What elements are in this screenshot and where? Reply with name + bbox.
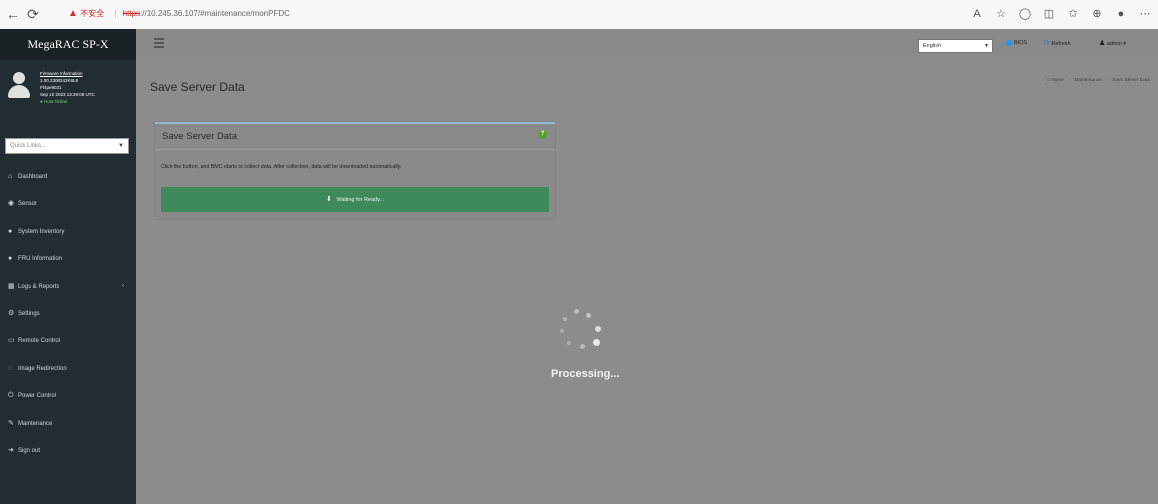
firmware-version: 1.00.2308242K8L8 — [40, 78, 79, 83]
more-icon[interactable]: ⋯ — [1138, 5, 1152, 23]
panel-title: Save Server Data — [162, 131, 237, 142]
refresh-button[interactable]: ⟳ Refresh — [1044, 39, 1071, 47]
dashboard-icon: ⌂ — [8, 173, 13, 180]
power-icon: ⏻ — [8, 392, 14, 400]
host-status: ● Host Online — [40, 99, 68, 104]
warning-icon: ▲ — [68, 8, 78, 19]
top-navbar: English ▼ BIOS ⟳ Refresh ♟ admin ▾ — [136, 29, 1158, 60]
address-bar[interactable]: ▲ 不安全 | https://10.245.36.107/#maintenan… — [68, 5, 668, 23]
processing-text: Processing... — [551, 368, 620, 380]
extension-icon[interactable]: ◯ — [1018, 5, 1032, 23]
waiting-button[interactable]: ⬇ Waiting for Ready... — [161, 187, 549, 212]
inventory-icon: ● — [8, 227, 13, 235]
user-icon: ♟ — [1099, 40, 1106, 47]
cd-icon: ◌ — [8, 364, 13, 372]
brand-logo[interactable]: MegaRAC SP-X — [0, 29, 136, 60]
sidebar-item-sign-out[interactable]: ➜ Sign out — [0, 437, 136, 464]
menu-toggle-icon[interactable] — [154, 38, 164, 40]
save-server-data-panel: Save Server Data ? Click the button, and… — [155, 122, 555, 219]
quick-links-select[interactable]: Quick Links... ▼ — [5, 138, 129, 154]
user-panel: Firmware Information 1.00.2308242K8L8 Ff… — [0, 60, 136, 132]
sidebar-item-fru-information[interactable]: ● FRU Information — [0, 245, 136, 272]
sidebar-item-remote-control[interactable]: ▭ Remote Control — [0, 327, 136, 354]
home-icon: ⌂ — [1047, 78, 1050, 83]
favorites-bar-icon[interactable]: ✩ — [1066, 5, 1080, 23]
firmware-info: Firmware Information 1.00.2308242K8L8 Ff… — [40, 70, 132, 105]
breadcrumb-home[interactable]: Home — [1051, 78, 1064, 83]
signout-icon: ➜ — [8, 446, 14, 454]
loading-spinner-icon — [555, 305, 615, 365]
chart-icon: ▦ — [8, 282, 15, 290]
breadcrumb-maintenance[interactable]: Maintenance — [1074, 78, 1101, 83]
back-icon[interactable]: ← — [4, 5, 22, 23]
monitor-icon: ▭ — [8, 337, 15, 345]
split-screen-icon[interactable]: ◫ — [1042, 5, 1056, 23]
chevron-down-icon: ▼ — [118, 143, 124, 149]
url-protocol: https — [122, 9, 141, 18]
gear-icon: ⚙ — [8, 309, 15, 317]
sidebar-item-sensor[interactable]: ◉ Sensor — [0, 190, 136, 217]
sensor-icon: ◉ — [8, 200, 15, 208]
sidebar-item-power-control[interactable]: ⏻ Power Control — [0, 382, 136, 409]
sidebar-item-logs-reports[interactable]: ▦ Logs & Reports ‹ — [0, 273, 136, 300]
panel-description: Click the button, and BMC starts to coll… — [161, 164, 402, 170]
firmware-sub: Ff4pe9031 — [40, 85, 62, 90]
sidebar-menu: ⌂ Dashboard ◉ Sensor ● System Inventory ● FR… — [0, 163, 136, 464]
collections-icon[interactable]: ⊕ — [1090, 5, 1104, 23]
refresh-icon: ⟳ — [1044, 40, 1050, 47]
chevron-left-icon: ‹ — [122, 282, 124, 289]
download-icon: ⬇ — [325, 196, 332, 203]
breadcrumb-current: Save Server Data — [1112, 78, 1150, 83]
profile-icon[interactable]: ● — [1114, 5, 1128, 23]
url-text: ://10.245.36.107/#maintenance/monPFDC — [140, 9, 290, 18]
help-icon[interactable]: ? — [538, 130, 547, 139]
sidebar-item-image-redirection[interactable]: ◌ Image Redirection — [0, 355, 136, 382]
info-icon: ● — [8, 255, 13, 263]
firmware-link[interactable]: Firmware Information — [40, 70, 132, 77]
sidebar-item-system-inventory[interactable]: ● System Inventory — [0, 218, 136, 245]
page-title: Save Server Data — [150, 80, 245, 94]
favorite-icon[interactable]: ☆ — [994, 5, 1008, 23]
language-select[interactable]: English ▼ — [918, 39, 993, 53]
bios-button[interactable]: BIOS — [1006, 40, 1027, 46]
main-content: Save Server Data ⌂ Home › Maintenance › … — [136, 60, 1158, 504]
wrench-icon: ✎ — [8, 419, 14, 427]
avatar — [8, 72, 30, 98]
browser-toolbar: ← ⟳ ▲ 不安全 | https://10.245.36.107/#maint… — [0, 0, 1158, 30]
sidebar-item-dashboard[interactable]: ⌂ Dashboard — [0, 163, 136, 190]
firmware-datetime: Sep 10 2023 13:29:08 UTC — [40, 92, 95, 97]
panel-divider — [155, 149, 555, 150]
browser-actions: A ☆ ◯ ◫ ✩ ⊕ ● ⋯ — [970, 5, 1152, 23]
bios-status-icon — [1006, 40, 1012, 46]
sidebar-item-settings[interactable]: ⚙ Settings — [0, 300, 136, 327]
read-aloud-icon[interactable]: A — [970, 5, 984, 23]
security-label: 不安全 — [80, 9, 105, 18]
chevron-down-icon: ▾ — [1123, 41, 1127, 47]
breadcrumb: ⌂ Home › Maintenance › Save Server Data — [1047, 78, 1150, 83]
user-menu-button[interactable]: ♟ admin ▾ — [1099, 39, 1126, 47]
reload-icon[interactable]: ⟳ — [24, 5, 42, 23]
sidebar-item-maintenance[interactable]: ✎ Maintenance — [0, 410, 136, 437]
chevron-down-icon: ▼ — [984, 43, 989, 49]
